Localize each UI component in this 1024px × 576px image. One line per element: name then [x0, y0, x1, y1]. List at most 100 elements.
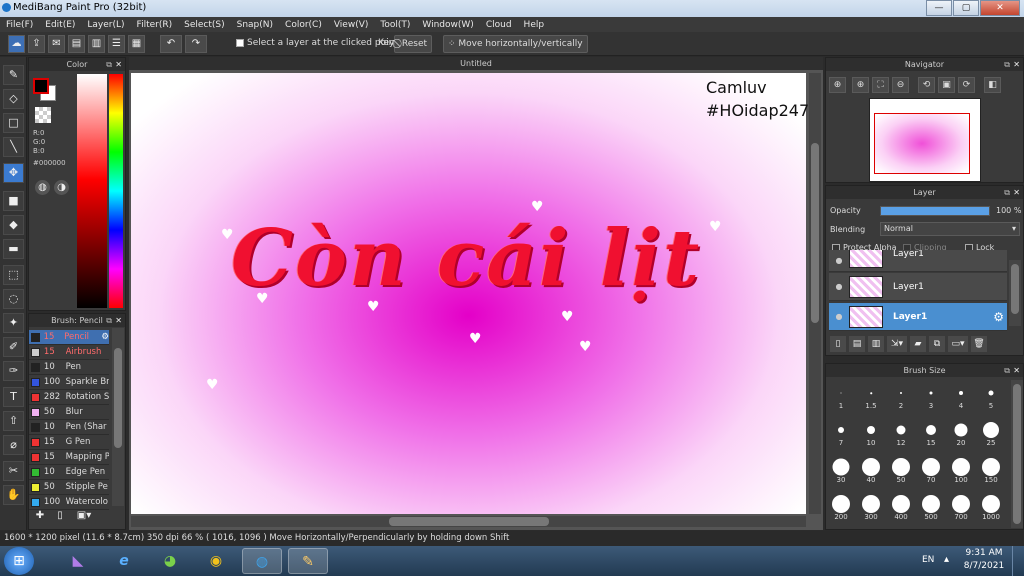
brush-item[interactable]: 50 Blur [29, 405, 109, 420]
brush-item[interactable]: 15 G Pen [29, 435, 109, 450]
new-brush-icon[interactable]: ▯ [53, 510, 67, 524]
brush-size-option[interactable]: 30 [826, 454, 856, 484]
zoom-in-icon[interactable]: ⊕ [829, 77, 846, 93]
brush-size-option[interactable]: 1.5 [856, 380, 886, 410]
document-tab[interactable]: Untitled [129, 57, 823, 70]
coccoc-icon[interactable]: ◕ [150, 548, 190, 574]
vertical-scrollbar[interactable] [809, 73, 821, 514]
zoom-out-icon[interactable]: ⊖ [892, 77, 909, 93]
fit-view-icon[interactable]: ⛶ [872, 77, 889, 93]
new-layer-8bit-icon[interactable]: ▥ [868, 336, 884, 352]
duplicate-layer-icon[interactable]: ⧉ [929, 336, 945, 352]
hue-slider[interactable] [109, 74, 123, 308]
brush-size-scroll-thumb[interactable] [1013, 384, 1021, 524]
select-layer-checkbox[interactable]: Select a layer at the clicked point [236, 38, 398, 48]
new-halftone-layer-icon[interactable]: ▤ [849, 336, 865, 352]
delete-layer-icon[interactable]: 🗑 [971, 336, 987, 352]
language-indicator[interactable]: EN [922, 555, 934, 565]
text-tool-icon[interactable]: T [3, 387, 24, 407]
maximize-button[interactable]: ▢ [953, 0, 979, 16]
visibility-icon[interactable]: ● [829, 256, 849, 265]
primary-color-swatch[interactable] [33, 78, 49, 94]
start-button[interactable]: ⊞ [4, 547, 34, 575]
detach-icon[interactable]: ⧉ [1004, 186, 1010, 199]
brush-item[interactable]: 15 Airbrush [29, 345, 109, 360]
rotate-right-icon[interactable]: ⟳ [958, 77, 975, 93]
navigator-viewport[interactable] [874, 113, 970, 174]
brush-size-option[interactable]: 25 [976, 417, 1006, 447]
brush-item[interactable]: 10 Edge Pen [29, 465, 109, 480]
bucket-tool-icon[interactable]: ◆ [3, 215, 24, 235]
redo-icon[interactable]: ↷ [185, 35, 207, 53]
layer-scroll-thumb[interactable] [1011, 264, 1019, 314]
add-brush-icon[interactable]: ✚ [33, 510, 47, 524]
menu-window[interactable]: Window(W) [416, 20, 479, 30]
menu-select[interactable]: Select(S) [178, 20, 231, 30]
document-icon[interactable]: ▥ [88, 35, 105, 53]
brush-item[interactable]: 50 Stipple Pe [29, 480, 109, 495]
reset-button[interactable]: ⃠ Reset [394, 35, 433, 53]
minimize-button[interactable]: — [926, 0, 952, 16]
brush-size-scrollbar[interactable] [1011, 380, 1023, 528]
brush-item[interactable]: 282 Rotation S [29, 390, 109, 405]
close-icon[interactable]: ✕ [1013, 364, 1020, 377]
chat-icon[interactable]: ▤ [68, 35, 85, 53]
opacity-slider[interactable] [880, 206, 990, 216]
brush-size-option[interactable]: 500 [916, 491, 946, 521]
brush-size-option[interactable]: 1000 [976, 491, 1006, 521]
zoom-in-alt-icon[interactable]: ⊕ [852, 77, 869, 93]
brush-item[interactable]: 10 Pen (Shar [29, 420, 109, 435]
palette-icon[interactable]: ◍ [35, 180, 50, 195]
brush-item[interactable]: 15 Mapping P [29, 450, 109, 465]
merge-menu-icon[interactable]: ▭▾ [948, 336, 968, 352]
divide-tool-icon[interactable]: ✂ [3, 461, 24, 481]
detach-icon[interactable]: ⧉ [106, 314, 112, 327]
brush-size-option[interactable]: 3 [916, 380, 946, 410]
operation-tool-icon[interactable]: ⇧ [3, 411, 24, 431]
brush-menu-icon[interactable]: ▣▾ [73, 510, 95, 524]
menu-tool[interactable]: Tool(T) [374, 20, 416, 30]
canvas[interactable]: Camluv #HOidap247 Còn cái lịt ♥ ♥ ♥ ♥ ♥ … [131, 73, 809, 514]
brush-size-option[interactable]: 2 [886, 380, 916, 410]
brush-size-option[interactable]: 7 [826, 417, 856, 447]
eyedropper-icon[interactable]: ⌀ [3, 435, 24, 455]
layer-add-menu-icon[interactable]: ⇲▾ [887, 336, 907, 352]
rectangle-tool-icon[interactable]: □ [3, 113, 24, 133]
fill-tool-icon[interactable]: ■ [3, 191, 24, 211]
blending-select[interactable]: Normal ▾ [880, 222, 1020, 236]
brush-size-option[interactable]: 400 [886, 491, 916, 521]
layer-row-selected[interactable]: ● Layer1 ⚙ [829, 303, 1007, 331]
close-icon[interactable]: ✕ [1013, 186, 1020, 199]
grid-icon[interactable]: ▦ [128, 35, 145, 53]
menu-color[interactable]: Color(C) [279, 20, 328, 30]
menu-edit[interactable]: Edit(E) [39, 20, 81, 30]
brush-size-option[interactable]: 300 [856, 491, 886, 521]
undo-icon[interactable]: ↶ [160, 35, 182, 53]
transparent-color-swatch[interactable] [35, 107, 51, 123]
menu-snap[interactable]: Snap(N) [231, 20, 279, 30]
brush-item[interactable]: 100 Sparkle Br [29, 375, 109, 390]
paint-icon[interactable]: ✎ [288, 548, 328, 574]
detach-icon[interactable]: ⧉ [1004, 364, 1010, 377]
menu-file[interactable]: File(F) [0, 20, 39, 30]
horizontal-scroll-thumb[interactable] [389, 517, 549, 526]
brush-size-option[interactable]: 10 [856, 417, 886, 447]
reset-view-icon[interactable]: ▣ [938, 77, 955, 93]
hand-tool-icon[interactable]: ✋ [3, 485, 24, 505]
brush-size-option[interactable]: 20 [946, 417, 976, 447]
menu-layer[interactable]: Layer(L) [81, 20, 130, 30]
close-icon[interactable]: ✕ [1013, 58, 1020, 71]
horizontal-scrollbar[interactable] [131, 516, 806, 527]
magic-wand-icon[interactable]: ✦ [3, 313, 24, 333]
layer-row[interactable]: ● Layer1 [829, 273, 1007, 301]
brush-scroll-thumb[interactable] [114, 348, 122, 448]
flip-icon[interactable]: ◧ [984, 77, 1001, 93]
comment-icon[interactable]: ✉ [48, 35, 65, 53]
brush-size-option[interactable]: 100 [946, 454, 976, 484]
brush-size-option[interactable]: 200 [826, 491, 856, 521]
select-tool-icon[interactable]: ⬚ [3, 265, 24, 285]
visibility-icon[interactable]: ● [829, 282, 849, 291]
eraser-tool-icon[interactable]: ◇ [3, 89, 24, 109]
brush-size-option[interactable]: 150 [976, 454, 1006, 484]
gear-icon[interactable]: ⚙ [993, 310, 1004, 324]
